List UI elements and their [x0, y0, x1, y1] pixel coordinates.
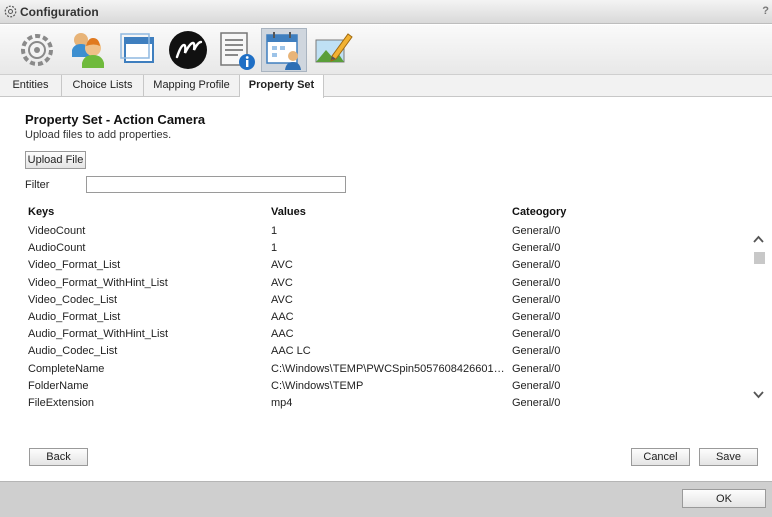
chevron-down-icon[interactable] — [752, 390, 765, 400]
table-row[interactable]: FolderName C:\Windows\TEMP General/0 — [0, 378, 755, 395]
row-category: General/0 — [512, 396, 561, 409]
row-key: Video_Format_List — [28, 259, 121, 272]
filter-input[interactable] — [86, 176, 346, 193]
table-row[interactable]: AudioCount 1 General/0 — [0, 240, 755, 257]
row-key: FolderName — [28, 379, 89, 392]
gear-icon — [4, 5, 17, 18]
title-bar: Configuration ? — [0, 0, 772, 24]
row-value: AAC — [271, 328, 294, 341]
row-category: General/0 — [512, 310, 561, 323]
tab-entities[interactable]: Entities — [0, 75, 62, 97]
calendar-user-icon[interactable] — [261, 28, 307, 72]
table-row[interactable]: FileExtension mp4 General/0 — [0, 395, 755, 412]
row-value: 1 — [271, 242, 278, 255]
gear-icon[interactable] — [14, 28, 60, 72]
table-row[interactable]: Video_Format_WithHint_List AVC General/0 — [0, 275, 755, 292]
row-category: General/0 — [512, 345, 561, 358]
row-category: General/0 — [512, 362, 561, 375]
row-category: General/0 — [512, 225, 561, 237]
row-key: Video_Format_WithHint_List — [28, 276, 168, 289]
row-key: VideoCount — [28, 225, 86, 237]
table-row[interactable]: CompleteName C:\Windows\TEMP\PWCSpin50576… — [0, 361, 755, 378]
filter-label: Filter — [25, 179, 50, 191]
row-value: C:\Windows\TEMP\PWCSpin5057608426601368.… — [271, 362, 507, 375]
tab-strip: Entities Choice Lists Mapping Profile Pr… — [0, 75, 772, 98]
row-value: AVC — [271, 276, 293, 289]
image-pencil-icon[interactable] — [310, 28, 356, 72]
row-key: Audio_Format_WithHint_List — [28, 328, 169, 341]
row-category: General/0 — [512, 379, 561, 392]
cancel-button[interactable]: Cancel — [631, 448, 690, 466]
table-row[interactable]: Video_Format_List AVC General/0 — [0, 257, 755, 274]
page-subtitle: Upload files to add properties. — [25, 129, 172, 141]
row-category: General/0 — [512, 242, 561, 255]
row-value: AVC — [271, 259, 293, 272]
column-header-values: Values — [271, 206, 306, 218]
brand-m-icon[interactable] — [166, 28, 212, 72]
chevron-up-icon[interactable] — [752, 234, 765, 244]
ok-button[interactable]: OK — [682, 489, 766, 508]
tab-choice-lists[interactable]: Choice Lists — [62, 75, 144, 97]
row-category: General/0 — [512, 293, 561, 306]
column-header-keys: Keys — [28, 206, 55, 218]
column-header-category: Cateogory — [512, 206, 567, 218]
row-value: C:\Windows\TEMP — [271, 379, 364, 392]
row-category: General/0 — [512, 328, 561, 341]
row-key: FileExtension — [28, 396, 95, 409]
row-key: AudioCount — [28, 242, 86, 255]
row-value: AVC — [271, 293, 293, 306]
document-info-icon[interactable] — [214, 28, 260, 72]
help-icon[interactable]: ? — [762, 5, 769, 17]
upload-file-button[interactable]: Upload File — [25, 151, 86, 169]
row-value: AAC — [271, 310, 294, 323]
page-title: Property Set - Action Camera — [25, 112, 206, 127]
tab-mapping-profile[interactable]: Mapping Profile — [144, 75, 240, 97]
row-value: mp4 — [271, 396, 293, 409]
table-row[interactable]: Audio_Format_WithHint_List AAC General/0 — [0, 326, 755, 343]
row-category: General/0 — [512, 259, 561, 272]
row-key: CompleteName — [28, 362, 105, 375]
row-value: AAC LC — [271, 345, 311, 358]
save-button[interactable]: Save — [699, 448, 758, 466]
table-row[interactable]: Audio_Format_List AAC General/0 — [0, 309, 755, 326]
dialog-footer: OK — [0, 481, 772, 517]
row-category: General/0 — [512, 276, 561, 289]
property-list: VideoCount 1 General/0 AudioCount 1 General/… — [0, 223, 755, 412]
window-title: Configuration — [20, 5, 99, 19]
row-key: Audio_Codec_List — [28, 345, 118, 358]
window-icon[interactable] — [116, 28, 162, 72]
back-button[interactable]: Back — [29, 448, 88, 466]
users-icon[interactable] — [66, 28, 112, 72]
toolbar — [0, 25, 772, 75]
row-value: 1 — [271, 225, 278, 237]
row-key: Video_Codec_List — [28, 293, 118, 306]
scrollbar-thumb[interactable] — [754, 252, 765, 264]
table-row[interactable]: Video_Codec_List AVC General/0 — [0, 292, 755, 309]
tab-property-set[interactable]: Property Set — [240, 75, 324, 98]
table-row[interactable]: Audio_Codec_List AAC LC General/0 — [0, 343, 755, 360]
row-key: Audio_Format_List — [28, 310, 121, 323]
table-row[interactable]: VideoCount 1 General/0 — [0, 223, 755, 240]
